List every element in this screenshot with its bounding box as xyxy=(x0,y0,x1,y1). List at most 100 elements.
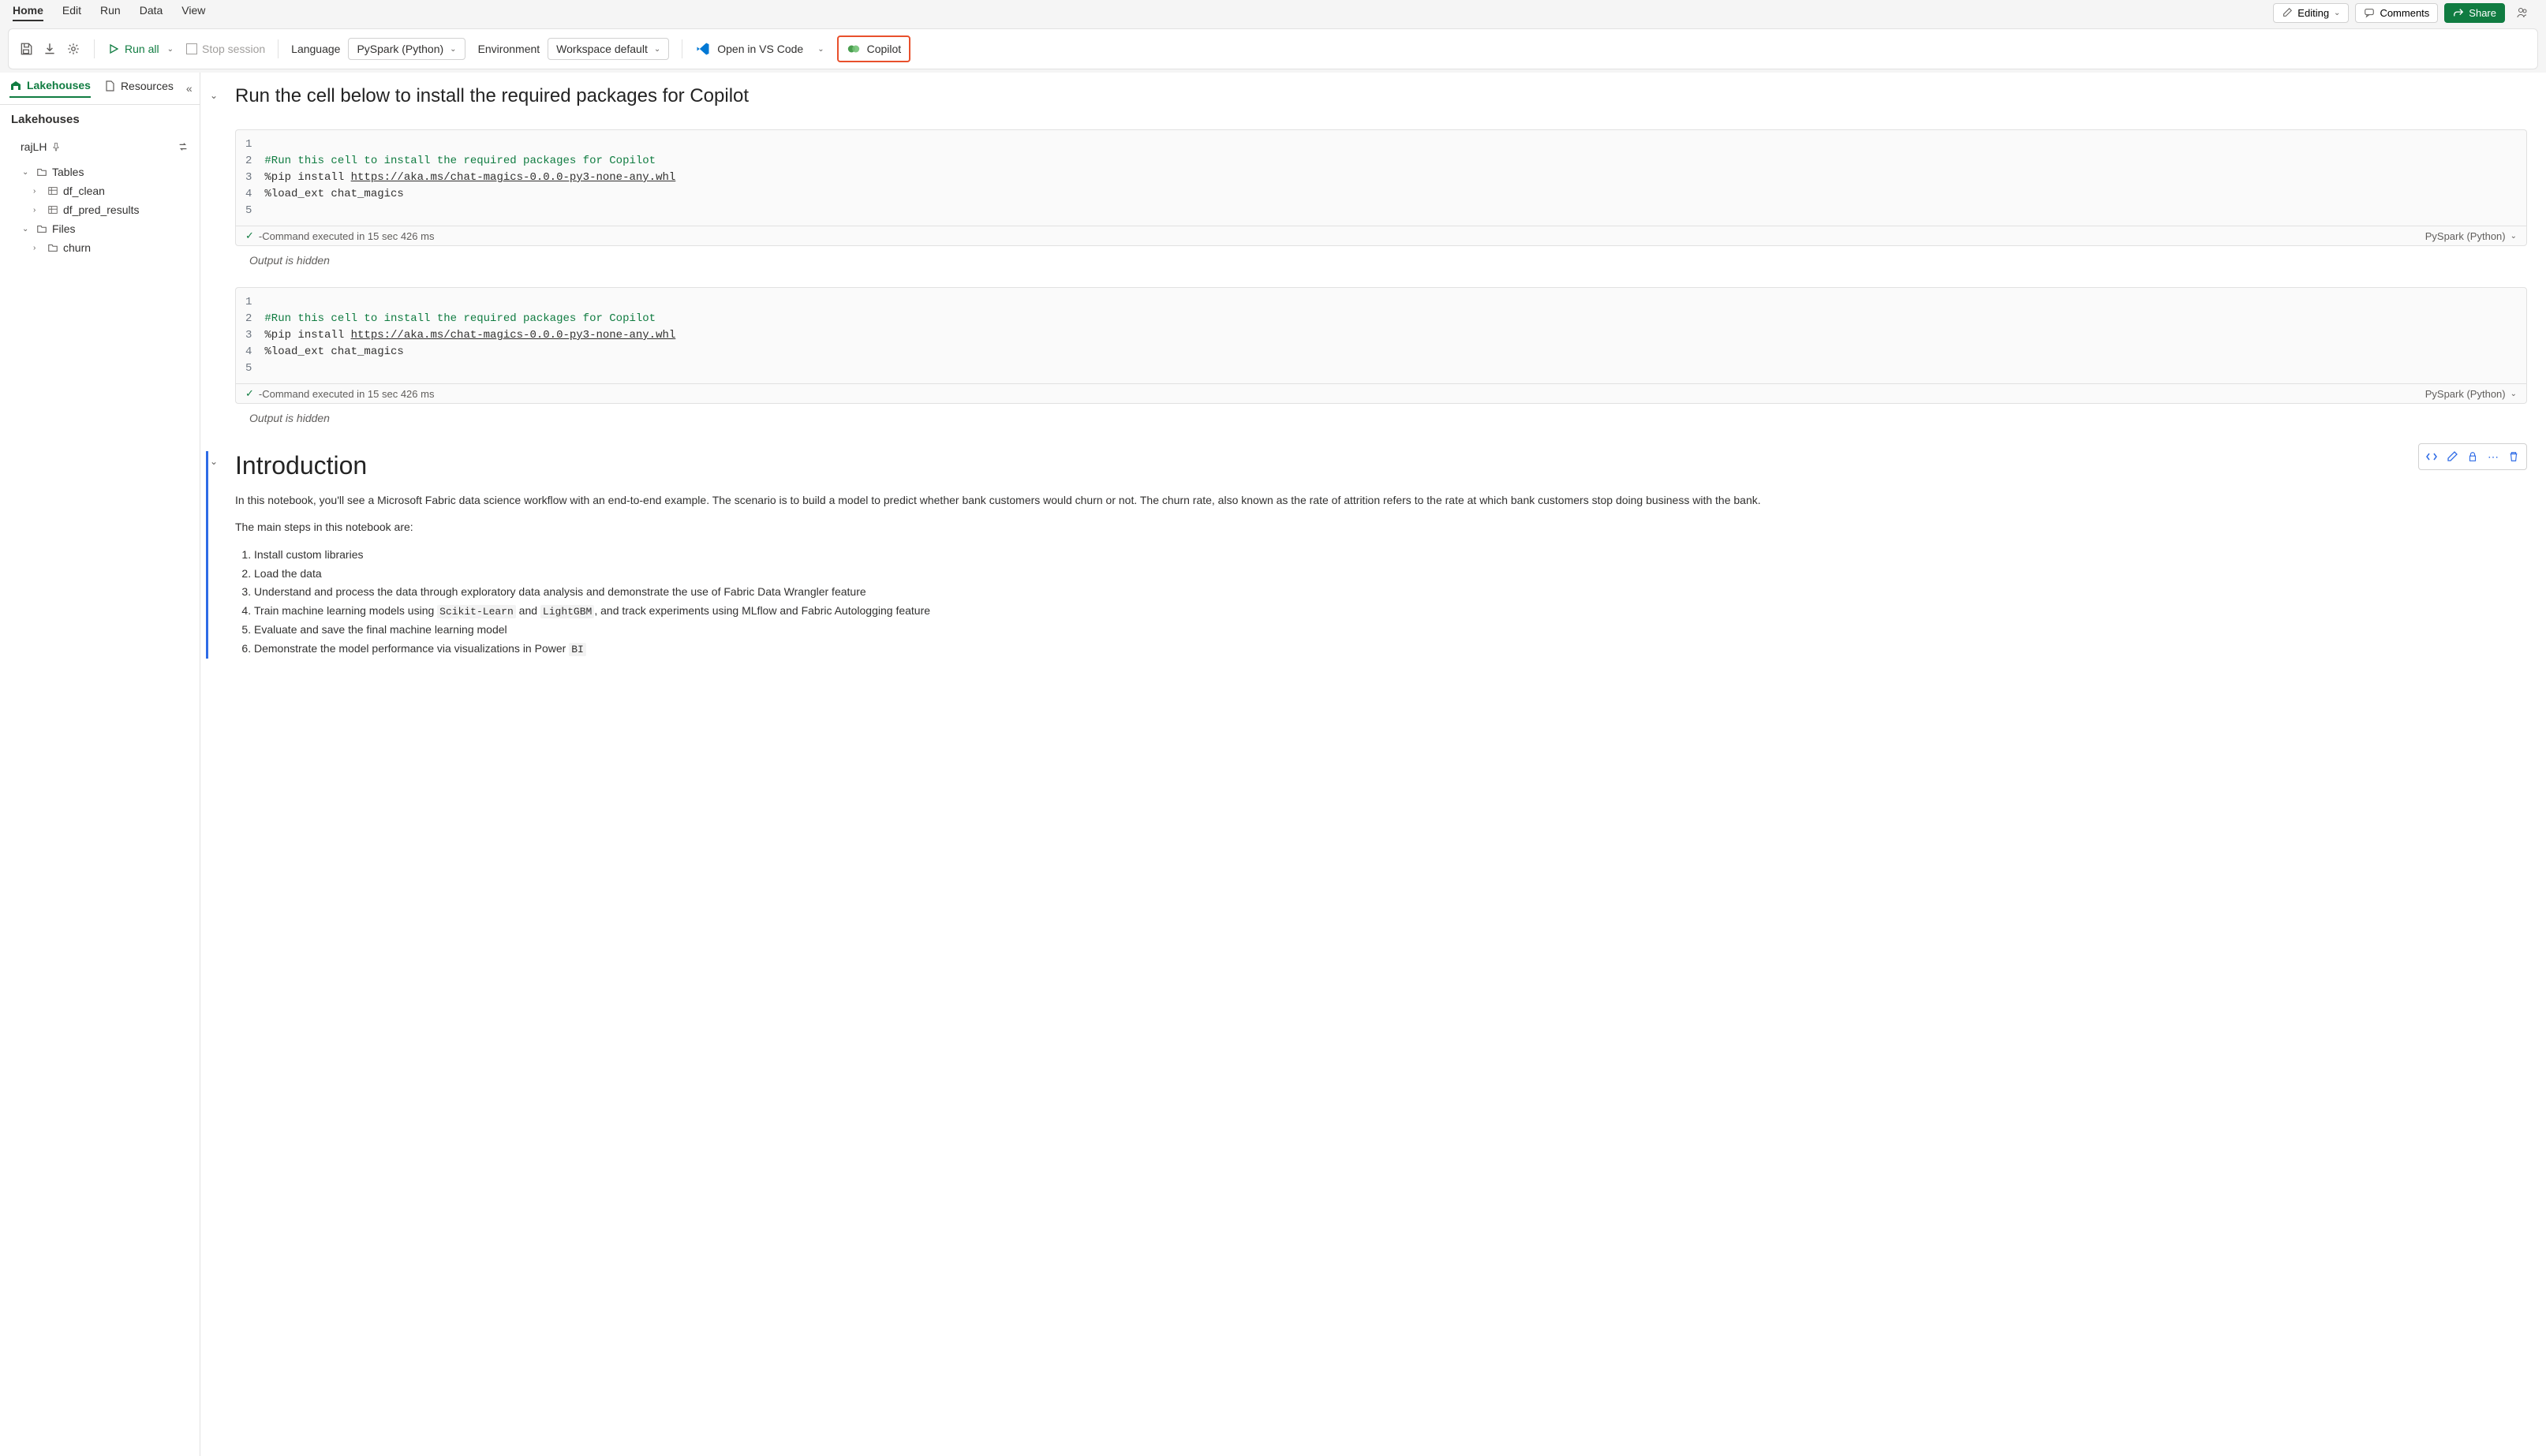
output-hidden[interactable]: Output is hidden xyxy=(235,407,2527,429)
menu-item-home[interactable]: Home xyxy=(13,4,43,21)
copilot-icon xyxy=(847,42,861,56)
folder-icon xyxy=(36,166,47,177)
tree-item-label: df_pred_results xyxy=(63,203,140,216)
run-all-button[interactable]: Run all xyxy=(107,43,159,55)
chevron-right-icon: › xyxy=(33,206,43,215)
folder-icon xyxy=(36,223,47,234)
save-icon[interactable] xyxy=(18,41,34,57)
list-item: Train machine learning models using Scik… xyxy=(254,602,2527,621)
code-icon[interactable] xyxy=(2422,447,2441,466)
tree: ⌄ Tables › df_clean › df_pred_results ⌄ … xyxy=(0,159,200,260)
collapse-chevron-icon[interactable]: ⌄ xyxy=(210,456,218,467)
play-icon xyxy=(107,43,120,55)
stop-icon xyxy=(186,43,197,54)
chevron-down-icon[interactable]: ⌄ xyxy=(167,45,174,54)
code-text[interactable]: #Run this cell to install the required p… xyxy=(264,294,2517,377)
cell-footer: ✓ -Command executed in 15 sec 426 ms PyS… xyxy=(236,226,2526,245)
list-item: Evaluate and save the final machine lear… xyxy=(254,621,2527,640)
tree-tables-label: Tables xyxy=(52,166,84,178)
run-all-label: Run all xyxy=(125,43,159,55)
chevron-down-icon: ⌄ xyxy=(22,225,32,233)
folder-icon xyxy=(47,242,58,253)
output-hidden[interactable]: Output is hidden xyxy=(235,249,2527,271)
sidebar-tabs: Lakehouses Resources « xyxy=(0,73,200,105)
editing-label: Editing xyxy=(2297,7,2329,19)
check-icon: ✓ xyxy=(245,230,254,242)
download-icon[interactable] xyxy=(42,41,58,57)
vscode-icon xyxy=(695,41,711,57)
tab-resources[interactable]: Resources xyxy=(103,80,174,97)
environment-dropdown[interactable]: Workspace default ⌄ xyxy=(548,38,669,60)
table-icon xyxy=(47,204,58,215)
editing-button[interactable]: Editing ⌄ xyxy=(2273,3,2349,23)
notebook-content[interactable]: ⌄ Run the cell below to install the requ… xyxy=(200,73,2546,1456)
language-label: Language xyxy=(291,43,340,55)
pencil-icon xyxy=(2282,7,2293,18)
tree-file-item[interactable]: › churn xyxy=(0,238,200,257)
people-button[interactable] xyxy=(2511,2,2533,24)
code-cell[interactable]: 12345 #Run this cell to install the requ… xyxy=(210,287,2527,429)
section-heading: Run the cell below to install the requir… xyxy=(235,85,2527,107)
separator xyxy=(94,39,95,58)
menubar-left: Home Edit Run Data View xyxy=(13,4,205,21)
intro-p2: The main steps in this notebook are: xyxy=(235,518,2527,536)
copilot-button[interactable]: Copilot xyxy=(837,35,911,62)
menu-item-view[interactable]: View xyxy=(181,4,205,21)
tree-table-item[interactable]: › df_pred_results xyxy=(0,200,200,219)
tree-files-label: Files xyxy=(52,222,76,235)
comments-button[interactable]: Comments xyxy=(2355,3,2438,23)
language-value: PySpark (Python) xyxy=(357,43,443,55)
stop-session-button[interactable]: Stop session xyxy=(186,43,265,55)
tree-tables[interactable]: ⌄ Tables xyxy=(0,162,200,181)
people-icon xyxy=(2516,6,2529,19)
copilot-label: Copilot xyxy=(867,43,902,55)
lakehouse-row[interactable]: rajLH xyxy=(0,134,200,159)
tab-lakehouses[interactable]: Lakehouses xyxy=(9,79,91,98)
share-icon xyxy=(2453,7,2464,18)
pin-icon[interactable] xyxy=(51,142,61,151)
table-icon xyxy=(47,185,58,196)
lock-icon[interactable] xyxy=(2463,447,2482,466)
menu-item-edit[interactable]: Edit xyxy=(62,4,81,21)
more-icon[interactable]: ⋯ xyxy=(2484,447,2503,466)
comment-icon xyxy=(2364,7,2375,18)
check-icon: ✓ xyxy=(245,387,254,400)
cell-footer: ✓ -Command executed in 15 sec 426 ms PyS… xyxy=(236,383,2526,403)
cell-status: -Command executed in 15 sec 426 ms xyxy=(259,388,435,400)
code-text[interactable]: #Run this cell to install the required p… xyxy=(264,136,2517,219)
line-numbers: 12345 xyxy=(245,136,264,219)
separator xyxy=(278,39,279,58)
menu-item-data[interactable]: Data xyxy=(140,4,163,21)
tree-files[interactable]: ⌄ Files xyxy=(0,219,200,238)
swap-icon[interactable] xyxy=(178,141,189,152)
code-cell[interactable]: 12345 #Run this cell to install the requ… xyxy=(210,129,2527,271)
chevron-down-icon: ⌄ xyxy=(22,168,32,177)
environment-value: Workspace default xyxy=(556,43,648,55)
tree-table-item[interactable]: › df_clean xyxy=(0,181,200,200)
language-dropdown[interactable]: PySpark (Python) ⌄ xyxy=(348,38,465,60)
intro-title: Introduction xyxy=(235,451,2527,480)
cell-lang[interactable]: PySpark (Python) xyxy=(2425,230,2506,242)
menu-item-run[interactable]: Run xyxy=(100,4,121,21)
file-icon xyxy=(103,80,116,92)
cell-lang[interactable]: PySpark (Python) xyxy=(2425,388,2506,400)
sidebar-header: Lakehouses xyxy=(0,105,200,134)
open-vscode-button[interactable]: Open in VS Code ⌄ xyxy=(695,41,824,57)
chevron-down-icon[interactable]: ⌄ xyxy=(2510,390,2517,398)
intro-p1: In this notebook, you'll see a Microsoft… xyxy=(235,491,2527,509)
share-button[interactable]: Share xyxy=(2444,3,2505,23)
chevron-right-icon: › xyxy=(33,244,43,252)
chevron-down-icon[interactable]: ⌄ xyxy=(2510,232,2517,241)
collapse-sidebar-icon[interactable]: « xyxy=(186,82,193,95)
open-vscode-label: Open in VS Code xyxy=(717,43,803,55)
collapse-chevron-icon[interactable]: ⌄ xyxy=(210,90,218,101)
markdown-cell-selected[interactable]: ⌄ Introduction In this notebook, you'll … xyxy=(206,451,2527,659)
list-item: Install custom libraries xyxy=(254,546,2527,565)
chevron-down-icon: ⌄ xyxy=(654,45,660,54)
cell-status: -Command executed in 15 sec 426 ms xyxy=(259,230,435,242)
list-item: Understand and process the data through … xyxy=(254,583,2527,602)
environment-label: Environment xyxy=(478,43,540,55)
edit-icon[interactable] xyxy=(2443,447,2462,466)
delete-icon[interactable] xyxy=(2504,447,2523,466)
gear-icon[interactable] xyxy=(65,41,81,57)
